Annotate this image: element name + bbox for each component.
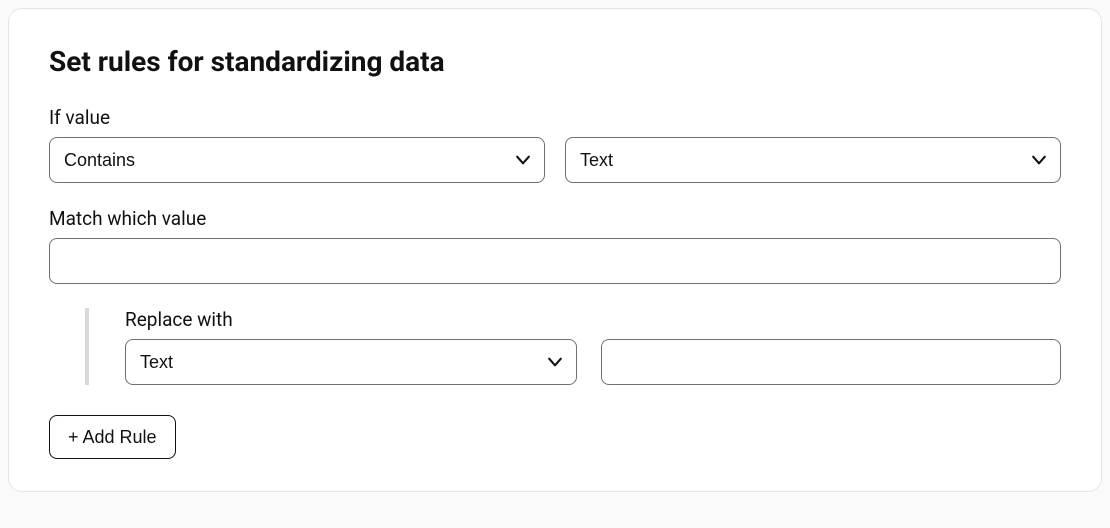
add-rule-button[interactable]: + Add Rule [49, 415, 176, 459]
match-input[interactable] [49, 238, 1061, 284]
add-rule-button-label: + Add Rule [68, 427, 157, 448]
match-section: Match which value [49, 207, 1061, 284]
replace-type-select[interactable]: Text [125, 339, 577, 385]
replace-type-select-wrap: Text [125, 339, 577, 385]
replace-type-select-value: Text [140, 352, 173, 372]
card-title: Set rules for standardizing data [49, 45, 1061, 78]
replace-value-input-wrap [601, 339, 1061, 385]
replace-row: Text [125, 339, 1061, 385]
match-label: Match which value [49, 207, 1061, 230]
condition-select-wrap: Contains [49, 137, 545, 183]
type-select-value: Text [580, 150, 613, 170]
condition-select-value: Contains [64, 150, 135, 170]
match-input-wrap [49, 238, 1061, 284]
rules-card: Set rules for standardizing data If valu… [8, 8, 1102, 492]
type-select-wrap: Text [565, 137, 1061, 183]
condition-row: Contains Text [49, 137, 1061, 183]
if-value-label: If value [49, 106, 1061, 129]
replace-label: Replace with [125, 308, 1061, 331]
replace-inner: Replace with Text [85, 308, 1061, 385]
replace-value-input[interactable] [601, 339, 1061, 385]
condition-select[interactable]: Contains [49, 137, 545, 183]
replace-block: Replace with Text [49, 308, 1061, 385]
type-select[interactable]: Text [565, 137, 1061, 183]
